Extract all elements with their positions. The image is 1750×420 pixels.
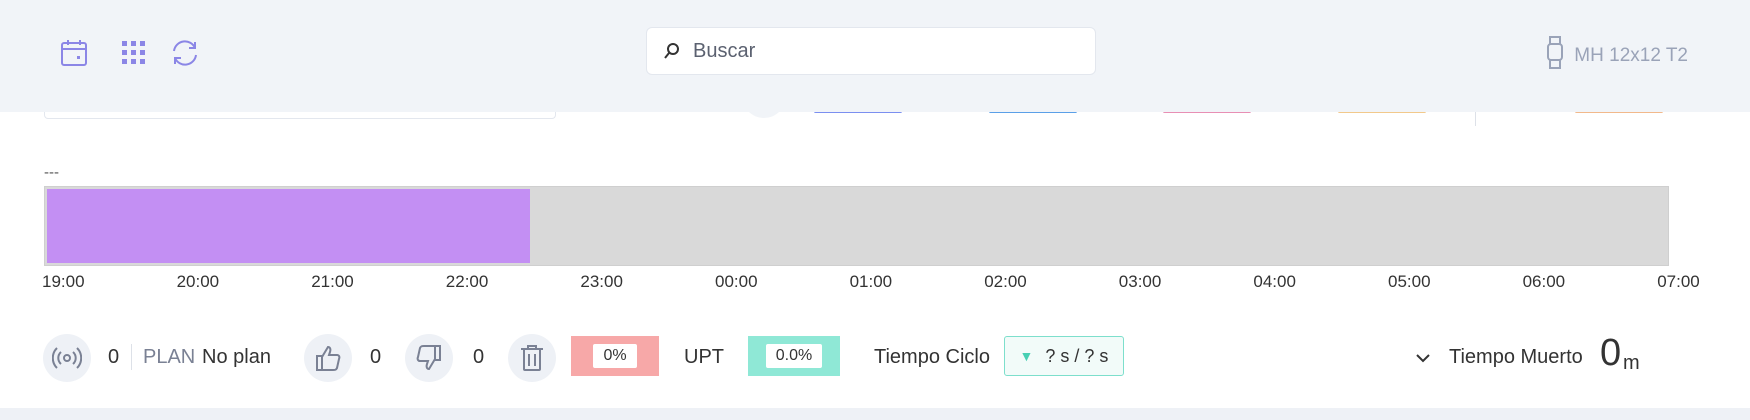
- timeline-tick-label: 19:00: [42, 272, 85, 291]
- dead-time-label: Tiempo Muerto: [1449, 346, 1583, 368]
- timeline-tick-label: 06:00: [1522, 272, 1566, 291]
- chevron-down-icon[interactable]: [1413, 348, 1433, 368]
- timeline-label: ---: [44, 164, 59, 181]
- timeline-tick-label: 23:00: [580, 272, 623, 291]
- timeline-tick-label: 03:00: [1118, 272, 1162, 291]
- timeline-progress-fill: [47, 189, 531, 263]
- footer-strip: [0, 408, 1750, 420]
- timeline-tick-label: 01:00: [849, 272, 893, 291]
- timeline-tick-label: 00:00: [715, 272, 758, 291]
- plan-label: PLAN: [143, 346, 196, 368]
- trash-icon[interactable]: [508, 334, 556, 382]
- dead-time-value: 0: [1600, 332, 1622, 374]
- plan-value: No plan: [202, 346, 271, 368]
- refresh-icon[interactable]: [168, 36, 202, 70]
- grid-icon[interactable]: [117, 36, 151, 70]
- dead-time-unit: m: [1623, 352, 1640, 374]
- timeline-tick-label: 04:00: [1253, 272, 1296, 291]
- cycle-time-label: Tiempo Ciclo: [874, 346, 990, 368]
- watch-icon: [1546, 36, 1564, 76]
- caret-down-icon: ▼: [1019, 348, 1034, 364]
- device-selector[interactable]: MH 12x12 T2: [1546, 36, 1688, 76]
- cycle-time-badge[interactable]: ▼ ? s / ? s: [1004, 336, 1124, 376]
- search-icon: [661, 40, 683, 62]
- timeline-axis: 19:00 20:00 21:00 22:00 23:00 00:00 01:00 02:00…: [42, 272, 1709, 296]
- timeline-tick-label: 07:00: [1657, 272, 1700, 291]
- top-bar: MH 12x12 T2: [0, 0, 1750, 112]
- device-name: MH 12x12 T2: [1574, 45, 1688, 66]
- timeline-tick-label: 22:00: [445, 272, 489, 291]
- timeline-tick-label: 21:00: [311, 272, 354, 291]
- search-input[interactable]: [691, 38, 1075, 64]
- signal-count: 0: [108, 346, 120, 368]
- signal-icon[interactable]: [43, 334, 91, 382]
- upt-label: UPT: [684, 346, 724, 368]
- timeline-tick-label: 05:00: [1388, 272, 1431, 291]
- upt-value: 0.0%: [765, 344, 823, 368]
- shift-timeline[interactable]: [44, 186, 1669, 266]
- upt-badge: 0.0%: [748, 336, 840, 376]
- stats-bar: 0 PLAN No plan 0 0 0% UPT 0.0% Tiempo Ci…: [0, 330, 1750, 386]
- timeline-tick-label: 02:00: [984, 272, 1027, 291]
- thumbs-down-count: 0: [473, 346, 485, 368]
- calendar-icon[interactable]: [57, 36, 91, 70]
- scrap-percent-badge: 0%: [571, 336, 659, 376]
- search-box[interactable]: [646, 27, 1096, 75]
- thumbs-up-icon[interactable]: [304, 334, 352, 382]
- thumbs-up-count: 0: [370, 346, 382, 368]
- divider: [131, 344, 132, 370]
- timeline-tick-label: 20:00: [176, 272, 220, 291]
- cycle-time-value: ? s / ? s: [1045, 345, 1109, 366]
- scrap-percent-value: 0%: [593, 344, 637, 368]
- thumbs-down-icon[interactable]: [405, 334, 453, 382]
